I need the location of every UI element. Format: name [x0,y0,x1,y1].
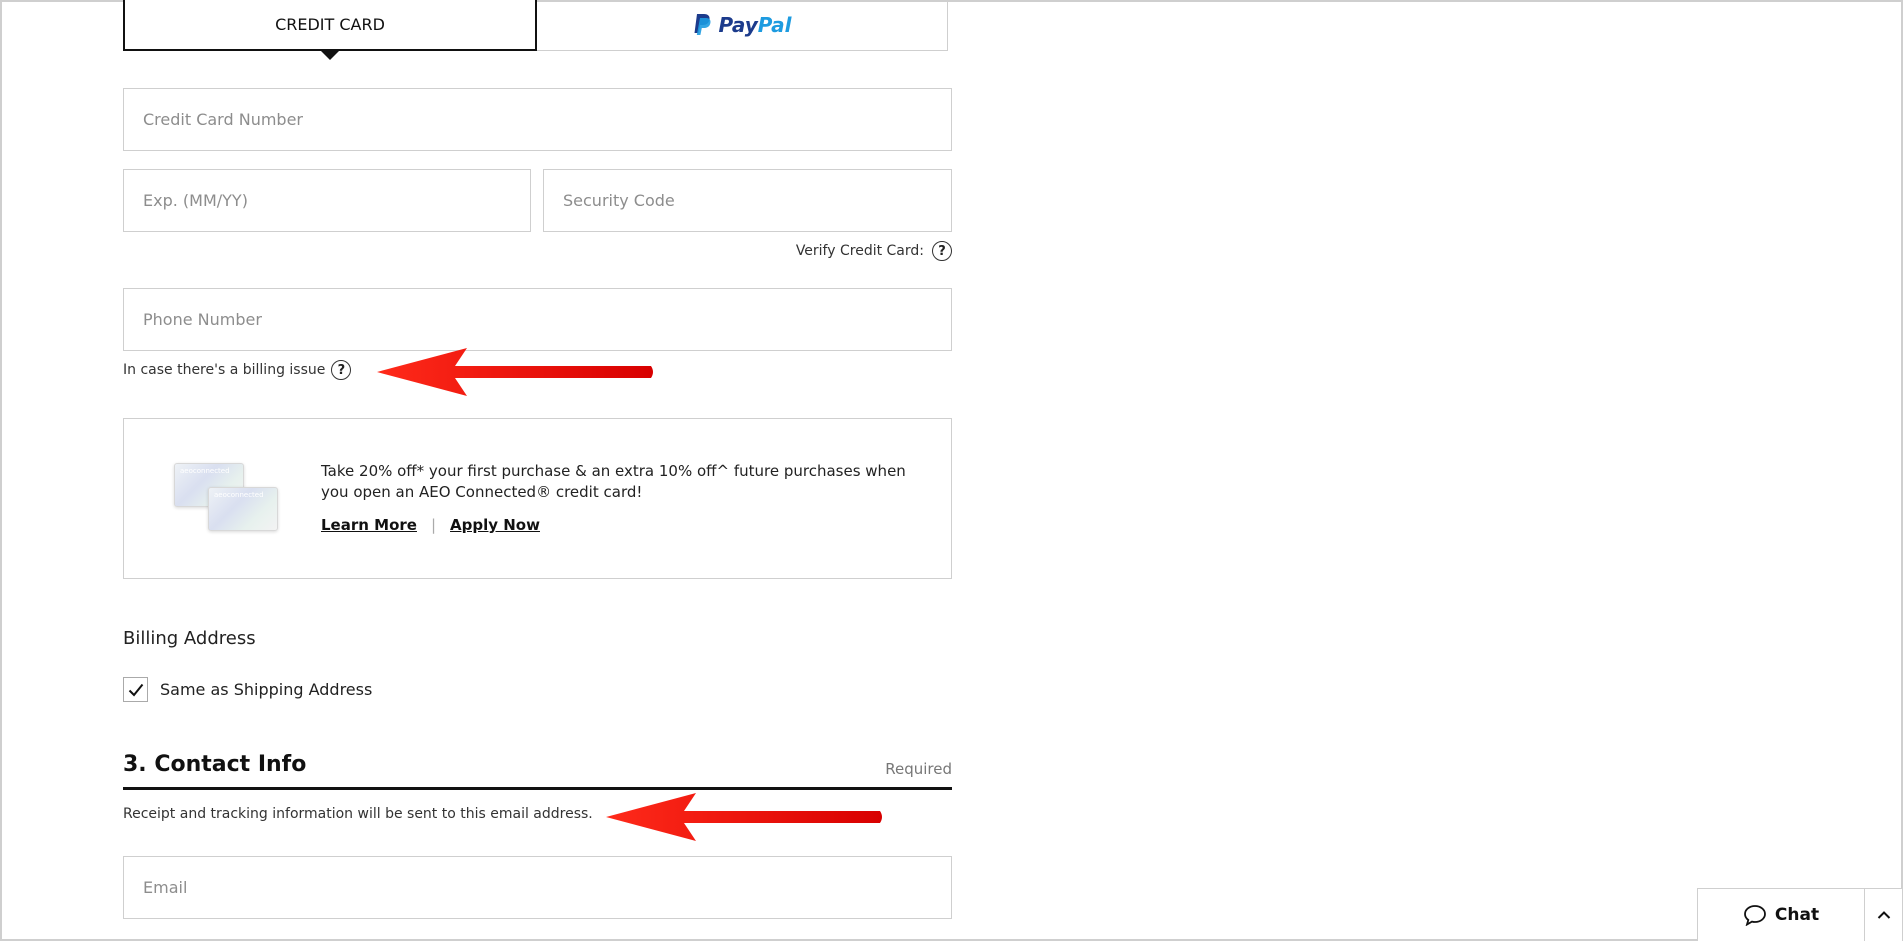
promo-link-separator: | [430,516,437,534]
scroll-to-top-button[interactable] [1865,888,1903,941]
billing-issue-text: In case there's a billing issue [123,362,326,378]
billing-issue-note: In case there's a billing issue ? [123,360,352,380]
learn-more-link[interactable]: Learn More [321,516,417,534]
annotation-arrow-icon [606,793,882,841]
annotation-arrow-icon [377,348,653,396]
security-code-input[interactable] [544,170,951,231]
apply-now-link[interactable]: Apply Now [450,516,540,534]
chevron-up-icon [1877,911,1890,919]
email-input[interactable] [124,857,951,918]
verify-help-icon[interactable]: ? [932,241,952,261]
credit-card-number-field [123,88,952,151]
security-code-field [543,169,952,232]
aeo-card-label: aeoconnected [214,491,264,499]
paypal-logo: PayPal [692,13,792,37]
phone-number-field [123,288,952,351]
required-label: Required [885,760,952,778]
same-as-shipping-row: Same as Shipping Address [123,677,372,702]
email-field [123,856,952,919]
aeo-card-label: aeoconnected [180,467,230,475]
paypal-pal-text: Pal [757,13,792,37]
aeo-cards-image: aeoconnected aeoconnected [174,463,284,548]
aeo-card-back: aeoconnected [208,487,278,531]
verify-credit-card-label: Verify Credit Card: [795,243,924,259]
promo-links: Learn More | Apply Now [321,516,540,534]
billing-address-title: Billing Address [123,628,256,649]
billing-issue-help-icon[interactable]: ? [331,360,352,380]
chat-label: Chat [1774,905,1820,925]
paypal-pay-text: Pay [718,13,758,37]
contact-info-title: 3. Contact Info [123,752,307,777]
tab-credit-card-label: CREDIT CARD [275,15,385,34]
credit-card-number-input[interactable] [124,89,951,150]
expiration-input[interactable] [124,170,530,231]
active-tab-caret-icon [319,49,341,60]
promo-text: Take 20% off* your first purchase & an e… [321,462,906,501]
chat-bubble-icon [1744,905,1766,926]
credit-card-promo: aeoconnected aeoconnected Take 20% off* … [123,418,952,579]
paypal-icon [694,14,712,35]
chat-button[interactable]: Chat [1697,888,1865,941]
tab-paypal[interactable]: PayPal [537,0,948,51]
phone-number-input[interactable] [124,289,951,350]
expiration-field [123,169,531,232]
checkmark-icon [128,683,143,696]
payment-method-tabs: CREDIT CARD PayPal [123,0,948,60]
tab-credit-card[interactable]: CREDIT CARD [123,0,537,60]
contact-info-note: Receipt and tracking information will be… [123,806,593,822]
same-as-shipping-label: Same as Shipping Address [160,680,373,699]
contact-info-header: 3. Contact Info Required [123,752,952,790]
verify-credit-card: Verify Credit Card: ? [796,241,952,261]
same-as-shipping-checkbox[interactable] [123,677,148,702]
